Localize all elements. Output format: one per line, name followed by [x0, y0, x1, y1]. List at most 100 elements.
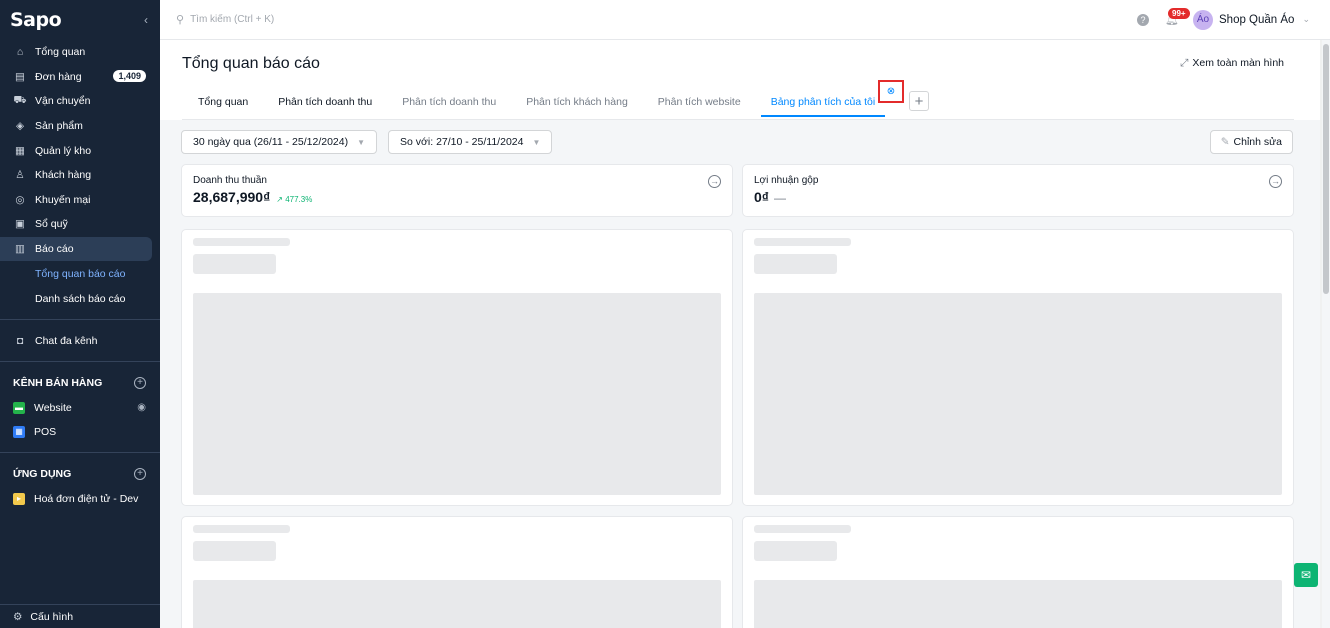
search-icon: ⚲ [176, 14, 185, 26]
sidebar-item-overview[interactable]: ⌂ Tổng quan [0, 40, 152, 65]
channel-website[interactable]: ▬ Website ◉ [0, 396, 160, 420]
sidebar-item-label: Vận chuyển [35, 95, 91, 108]
skeleton-block [754, 254, 837, 274]
sidebar-item-products[interactable]: ◈ Sản phẩm [0, 114, 152, 139]
sidebar-item-customers[interactable]: ♙ Khách hàng [0, 163, 152, 188]
skeleton-block [754, 541, 837, 561]
channel-pos[interactable]: ▦ POS [0, 420, 160, 444]
sidebar-item-reports[interactable]: ▥ Báo cáo [0, 236, 152, 262]
date-range-select[interactable]: 30 ngày qua (26/11 - 25/12/2024) ▼ [181, 130, 378, 154]
pos-icon: ▦ [13, 425, 25, 438]
discount-icon: ◎ [15, 193, 25, 206]
arrow-right-icon[interactable]: → [1269, 175, 1282, 188]
caret-down-icon: ▼ [532, 137, 541, 147]
gear-icon: ⚙ [13, 610, 23, 623]
avatar[interactable]: Áo [1193, 9, 1213, 30]
arrow-right-icon[interactable]: → [708, 175, 721, 188]
shop-name[interactable]: Shop Quần Áo [1219, 14, 1294, 26]
sidebar-item-inventory[interactable]: ▦ Quản lý kho [0, 138, 152, 163]
report-tabs: Tổng quan Phân tích doanh thu Phân tích … [198, 88, 893, 117]
sidebar-header: Sapo ‹ [0, 0, 160, 40]
loading-card [181, 516, 733, 628]
metric-value-row: 0₫ — [754, 189, 1282, 205]
sidebar-item-label: Sản phẩm [35, 120, 83, 133]
metric-net-revenue[interactable]: Doanh thu thuần 28,687,990₫ ↗ 477.3% → [181, 164, 733, 217]
metric-trend: ↗ 477.3% [276, 195, 313, 204]
loading-card [742, 229, 1294, 506]
sidebar-item-chat[interactable]: ◘ Chat đa kênh [0, 328, 152, 353]
skeleton-block [193, 541, 276, 561]
expand-icon: ⤢ [1179, 57, 1189, 69]
sidebar-item-label: Đơn hàng [35, 70, 82, 83]
app-label: Hoá đơn điện tử - Dev [34, 492, 139, 505]
add-channel-icon[interactable]: + [134, 376, 146, 389]
tab-my-dashboard[interactable]: Bảng phân tích của tôi [760, 96, 886, 117]
skeleton-block [193, 254, 276, 274]
tab-revenue-analysis-1[interactable]: Phân tích doanh thu [278, 96, 372, 117]
add-app-icon[interactable]: + [134, 467, 146, 480]
main-content: Tổng quan báo cáo ⤢ Xem toàn màn hình Tổn… [160, 40, 1320, 628]
sales-channels-title: KÊNH BÁN HÀNG + [0, 370, 160, 396]
metric-value: 0₫ [754, 189, 769, 205]
section-title-label: KÊNH BÁN HÀNG [13, 376, 103, 389]
edit-label: Chỉnh sửa [1233, 136, 1282, 148]
date-range-value: 30 ngày qua (26/11 - 25/12/2024) [193, 136, 349, 148]
website-icon: ▬ [13, 401, 25, 414]
bar-chart-icon: ▥ [15, 243, 25, 256]
sidebar-subitem-report-overview[interactable]: Tổng quan báo cáo [0, 261, 160, 286]
loading-card [181, 229, 733, 506]
fullscreen-button[interactable]: ⤢ Xem toàn màn hình [1180, 57, 1284, 70]
metric-gross-profit[interactable]: Lợi nhuận gộp 0₫ — → [742, 164, 1294, 217]
sidebar-item-settings[interactable]: ⚙ Cấu hình [0, 604, 160, 628]
skeleton-line [193, 525, 290, 533]
sidebar-item-shipping[interactable]: ⛟ Vận chuyển [0, 89, 152, 114]
filter-bar: 30 ngày qua (26/11 - 25/12/2024) ▼ So với… [181, 130, 563, 154]
section-title-label: ỨNG DỤNG [13, 467, 72, 480]
tab-customer-analysis[interactable]: Phân tích khách hàng [526, 96, 628, 117]
compare-range-select[interactable]: So với: 27/10 - 25/11/2024 ▼ [388, 130, 553, 154]
sidebar-divider [0, 360, 160, 362]
page-scrollbar[interactable] [1322, 40, 1330, 628]
close-tab-icon[interactable]: ⊗ [878, 80, 904, 103]
topbar: ⚲ Tìm kiếm (Ctrl + K) ? 🔔︎ 99+ Áo Shop Qu… [160, 0, 1330, 40]
sidebar-item-cashbook[interactable]: ▣ Sổ quỹ [0, 212, 152, 237]
tabs-divider [182, 119, 1294, 120]
skeleton-line [754, 525, 851, 533]
sidebar-item-orders[interactable]: ▤ Đơn hàng 1,409 [0, 65, 152, 90]
channel-label: Website [34, 401, 72, 414]
help-icon[interactable]: ? [1137, 13, 1149, 26]
skeleton-chart [754, 293, 1282, 495]
chevron-down-icon[interactable]: ⌄ [1302, 14, 1310, 25]
app-einvoice[interactable]: ▸ Hoá đơn điện tử - Dev [0, 487, 160, 511]
tab-overview[interactable]: Tổng quan [198, 96, 248, 117]
add-tab-button[interactable]: + [909, 91, 929, 111]
app-icon: ▸ [13, 492, 25, 505]
fullscreen-label: Xem toàn màn hình [1192, 57, 1284, 69]
orders-icon: ▤ [15, 70, 25, 83]
skeleton-chart [193, 580, 721, 628]
loading-card [742, 516, 1294, 628]
edit-button[interactable]: ✎ Chỉnh sửa [1209, 130, 1293, 154]
sidebar-item-label: Báo cáo [35, 243, 74, 256]
apps-title: ỨNG DỤNG + [0, 461, 160, 487]
sidebar-item-label: Tổng quan [35, 46, 86, 59]
sidebar-item-label: Khách hàng [35, 169, 92, 182]
sidebar-subitem-report-list[interactable]: Danh sách báo cáo [0, 286, 160, 311]
sidebar-divider [0, 451, 160, 453]
tab-revenue-analysis-2[interactable]: Phân tích doanh thu [402, 96, 496, 117]
skeleton-chart [754, 580, 1282, 628]
chat-support-icon[interactable]: ✉ [1294, 563, 1318, 587]
sidebar-item-label: Quản lý kho [35, 144, 92, 157]
tab-website-analysis[interactable]: Phân tích website [658, 96, 741, 117]
sapo-logo[interactable]: Sapo [10, 9, 62, 31]
search-input[interactable]: ⚲ Tìm kiếm (Ctrl + K) [160, 13, 560, 26]
warehouse-icon: ▦ [15, 144, 25, 157]
eye-icon[interactable]: ◉ [137, 402, 146, 413]
sidebar-item-label: Chat đa kênh [35, 334, 98, 347]
home-icon: ⌂ [16, 46, 24, 59]
bell-icon[interactable]: 🔔︎ 99+ [1165, 7, 1190, 27]
scrollbar-thumb[interactable] [1323, 44, 1329, 294]
collapse-sidebar-icon[interactable]: ‹ [144, 13, 148, 27]
sidebar-item-promotions[interactable]: ◎ Khuyến mại [0, 188, 152, 213]
skeleton-chart [193, 293, 721, 495]
